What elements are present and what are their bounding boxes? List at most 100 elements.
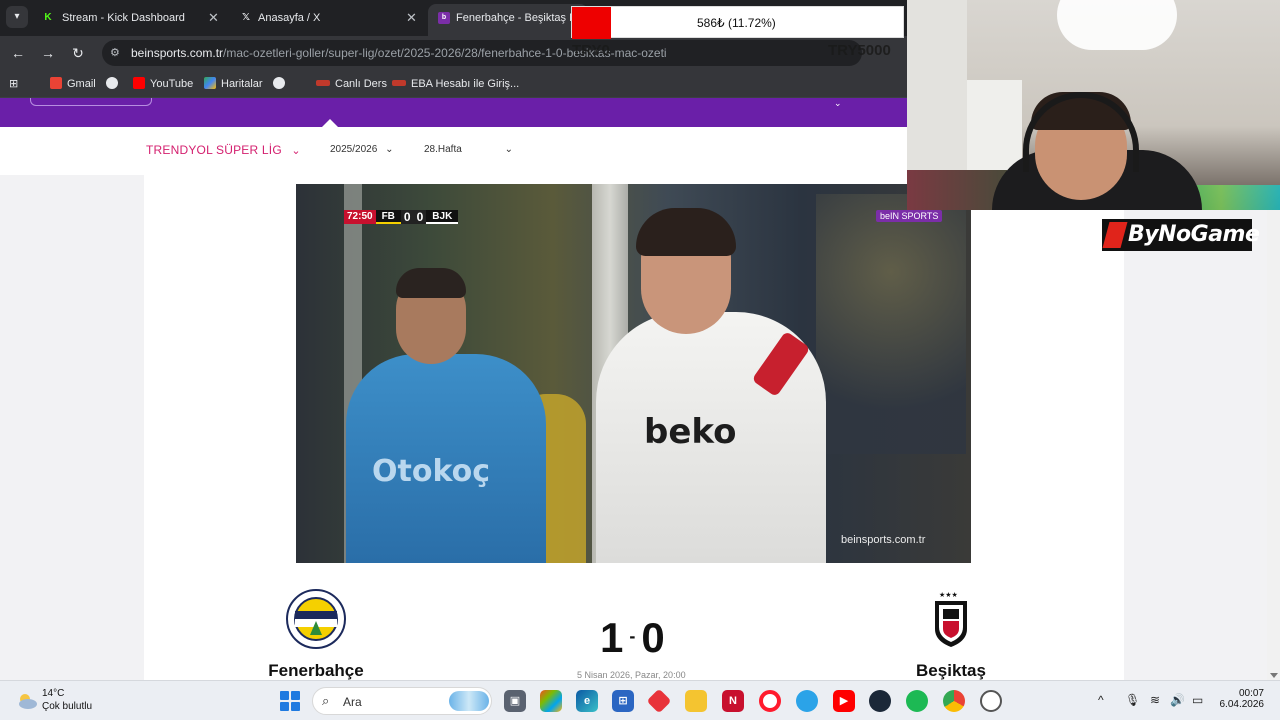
jersey-sponsor-text: beko <box>644 412 737 452</box>
home-score: 1 <box>600 614 624 661</box>
address-bar[interactable]: ⚙ beinsports.com.tr/mac-ozetleri-goller/… <box>102 40 862 66</box>
wifi-icon[interactable]: ≋ <box>1150 693 1160 707</box>
youtube-icon <box>133 77 145 89</box>
bookmark-label: EBA Hesabı ile Giriş... <box>411 78 520 90</box>
scroll-down-icon[interactable] <box>1270 673 1278 678</box>
cloudy-icon[interactable] <box>16 690 38 712</box>
copilot-icon[interactable] <box>540 690 562 712</box>
donation-progress-text: 586₺ (11.72%) <box>697 16 776 30</box>
task-view-icon[interactable]: ▣ <box>504 690 526 712</box>
chevron-down-icon: ⌄ <box>385 144 394 155</box>
sponsor-logo: ByNoGame <box>1102 219 1260 251</box>
battery-icon[interactable]: ▭ <box>1192 693 1203 707</box>
youtube-icon[interactable]: ▶ <box>833 690 855 712</box>
tab-x-home[interactable]: 𝕏 Anasayfa / X ✕ <box>230 4 426 32</box>
match-clock: 72:50 <box>344 210 376 224</box>
close-icon[interactable]: ✕ <box>208 4 219 32</box>
away-score: 0 <box>641 614 665 661</box>
tab-search-icon[interactable]: ▾ <box>6 6 28 28</box>
bookmark-label: YouTube <box>150 78 194 90</box>
donation-goal-max: TRY5000 <box>828 42 891 59</box>
x-icon: 𝕏 <box>241 12 251 23</box>
forward-icon[interactable]: → <box>39 44 57 62</box>
sponsor-name: ByNoGame <box>1128 222 1260 247</box>
bookmark-maps[interactable]: Haritalar <box>204 76 263 92</box>
video-player[interactable]: Otokoç beko 72:50 FB 0 0 BJK beIN SPORTS… <box>296 184 971 563</box>
microphone-icon[interactable]: 🎙 <box>1125 693 1140 707</box>
donation-goal-bar: 586₺ (11.72%) <box>571 6 904 39</box>
bookmark-canli-ders[interactable]: Canlı Ders <box>316 76 387 92</box>
bynogame-mark-icon <box>1102 222 1128 248</box>
tab-title: Anasayfa / X <box>258 12 321 24</box>
url-domain: beinsports.com.tr <box>131 46 224 60</box>
taskbar-clock[interactable]: 00:07 6.04.2026 <box>1218 688 1265 710</box>
season-select[interactable]: 2025/2026 ⌄ <box>330 144 393 155</box>
gmail-icon <box>50 77 62 89</box>
apps-icon[interactable]: ⊞ <box>9 76 18 92</box>
steam-icon[interactable] <box>869 690 891 712</box>
app-blue-icon[interactable] <box>796 690 818 712</box>
back-icon[interactable]: ← <box>9 44 27 62</box>
final-score: 1-0 <box>600 614 665 662</box>
taskbar-search[interactable]: ⌕ Ara <box>312 687 492 715</box>
ceiling-light <box>1057 0 1177 50</box>
search-highlight-image <box>449 691 489 711</box>
tab-kick-dashboard[interactable]: K Stream - Kick Dashboard ✕ <box>32 4 228 32</box>
volume-icon[interactable]: 🔊 <box>1170 693 1185 707</box>
site-nav-bar: ⌄ <box>0 98 907 127</box>
kick-icon: K <box>44 12 52 23</box>
globe-icon[interactable] <box>106 76 123 92</box>
bookmark-gmail[interactable]: Gmail <box>50 76 96 92</box>
search-icon: ⌕ <box>322 693 330 708</box>
reload-icon[interactable]: ↻ <box>69 44 87 62</box>
chevron-down-icon[interactable]: ⌄ <box>834 98 842 109</box>
app-circle-icon[interactable] <box>980 690 1002 712</box>
taskbar: 14°C Çok bulutlu ⌕ Ara ▣ e ⊞ N ▶ ^ 🎙 ≋ 🔊… <box>0 680 1280 720</box>
opera-icon[interactable] <box>759 690 781 712</box>
bookmarks-bar: ⊞ Gmail YouTube Haritalar Canlı Ders EBA… <box>0 70 907 98</box>
week-label: 28.Hafta <box>424 144 462 155</box>
netflix-icon[interactable]: N <box>722 690 744 712</box>
home-team-name[interactable]: Fenerbahçe <box>236 661 396 681</box>
svg-text:★★★: ★★★ <box>939 591 958 599</box>
season-label: 2025/2026 <box>330 144 378 155</box>
bookmark-label: Haritalar <box>221 78 263 90</box>
week-select[interactable]: 28.Hafta ⌄ <box>424 144 513 155</box>
besiktas-logo-icon[interactable]: ★★★ <box>921 589 981 649</box>
away-team-name[interactable]: Beşiktaş <box>871 661 1031 681</box>
browser-toolbar: ← → ↻ ⚙ beinsports.com.tr/mac-ozetleri-g… <box>0 36 907 70</box>
tab-beinsports[interactable]: b Fenerbahçe - Beşiktaş Ma <box>428 4 588 36</box>
eba-icon <box>392 80 406 86</box>
bookmark-eba[interactable]: EBA Hesabı ile Giriş... <box>392 76 519 92</box>
away-live-score: 0 <box>413 210 427 224</box>
globe-icon[interactable] <box>273 76 290 92</box>
weather-temperature[interactable]: 14°C <box>42 688 64 699</box>
chevron-up-icon[interactable]: ^ <box>1098 693 1104 707</box>
bookmark-label: Gmail <box>67 78 96 90</box>
away-abbr: BJK <box>426 210 459 224</box>
globe-icon <box>273 77 285 89</box>
edge-icon[interactable]: e <box>576 690 598 712</box>
weather-description[interactable]: Çok bulutlu <box>42 701 92 712</box>
tab-title: Stream - Kick Dashboard <box>62 12 185 24</box>
webcam-overlay <box>907 0 1280 210</box>
nav-pill[interactable] <box>30 98 152 106</box>
clock-date: 6.04.2026 <box>1219 699 1265 710</box>
spotify-icon[interactable] <box>906 690 928 712</box>
fenerbahce-logo-icon[interactable] <box>286 589 346 649</box>
close-icon[interactable]: ✕ <box>406 4 417 32</box>
site-info-icon[interactable]: ⚙ <box>110 46 124 60</box>
windows-start-icon[interactable] <box>280 691 300 711</box>
bookmark-youtube[interactable]: YouTube <box>133 76 193 92</box>
active-tab-caret <box>322 119 338 127</box>
crowd <box>816 194 966 454</box>
app-red-icon[interactable] <box>646 688 672 714</box>
file-explorer-icon[interactable] <box>685 690 707 712</box>
league-select[interactable]: TRENDYOL SÜPER LİG ⌄ <box>146 143 301 157</box>
chrome-icon[interactable] <box>943 690 965 712</box>
filter-bar: TRENDYOL SÜPER LİG ⌄ 2025/2026 ⌄ 28.Haft… <box>0 127 907 175</box>
chevron-down-icon: ⌄ <box>291 145 301 157</box>
store-icon[interactable]: ⊞ <box>612 690 634 712</box>
donation-progress-fill <box>572 7 611 39</box>
player-hair <box>636 208 736 256</box>
